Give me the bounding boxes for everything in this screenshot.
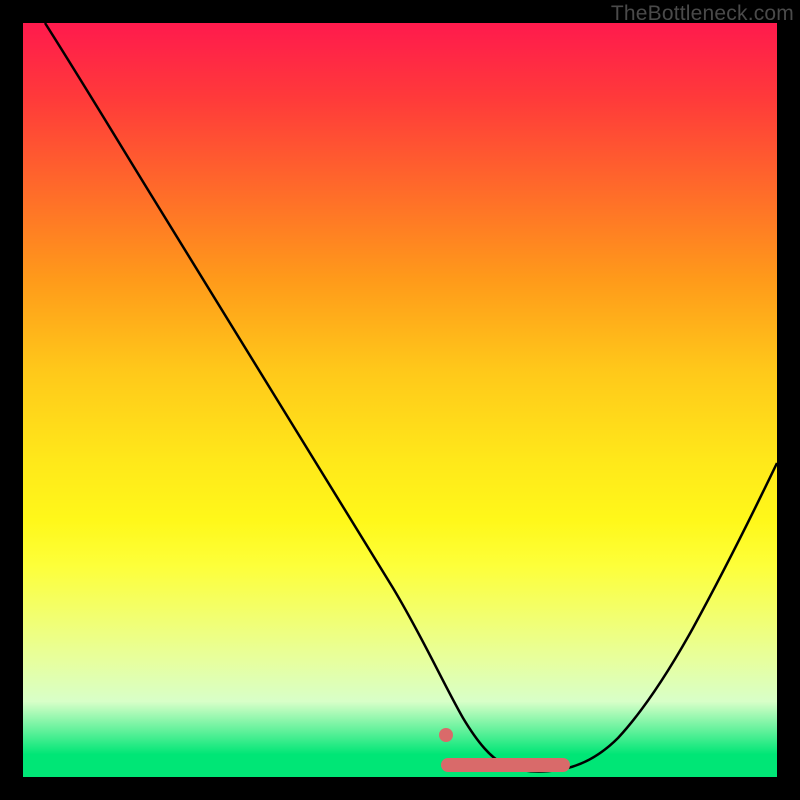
bottleneck-curve [45, 23, 777, 772]
chart-frame: TheBottleneck.com [0, 0, 800, 800]
optimal-point-dot [439, 728, 453, 742]
chart-plot-area [23, 23, 777, 777]
watermark-text: TheBottleneck.com [611, 2, 794, 26]
chart-svg [23, 23, 777, 777]
